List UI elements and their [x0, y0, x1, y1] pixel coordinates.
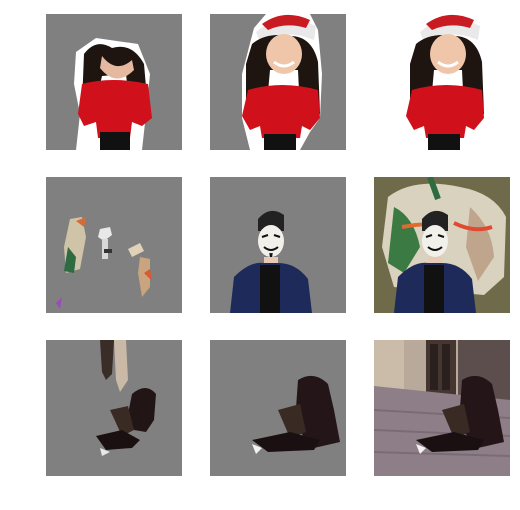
row2-partial-mask-image — [46, 177, 182, 313]
row3-full-mask-image — [210, 340, 346, 476]
image-grid — [0, 0, 520, 510]
row2-original-image — [374, 177, 510, 313]
row1-full-mask-image — [210, 14, 346, 150]
row1-partial-mask-image — [46, 14, 182, 150]
row3-original-image — [374, 340, 510, 476]
row2-full-mask-image — [210, 177, 346, 313]
row1-original-image — [374, 14, 510, 150]
row3-partial-mask-image — [46, 340, 182, 476]
